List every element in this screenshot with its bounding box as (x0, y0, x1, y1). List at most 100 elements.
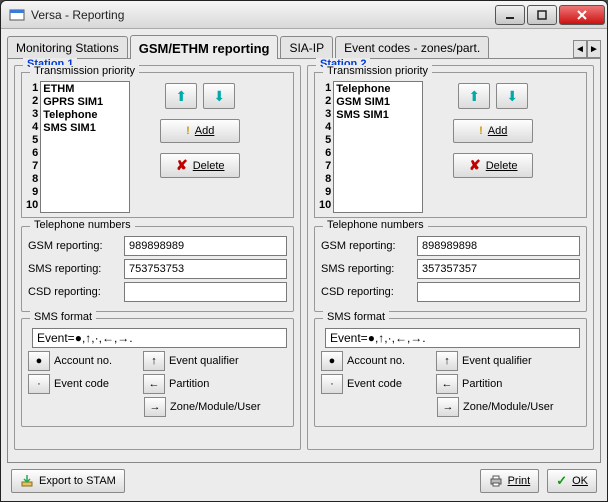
s2-smsf-input[interactable] (325, 328, 580, 348)
list-item[interactable]: GSM SIM1 (336, 96, 420, 109)
s2-csd-input[interactable] (417, 282, 580, 302)
list-item[interactable] (336, 187, 420, 200)
s1-account-btn[interactable]: ● (28, 351, 50, 371)
s1-phones-legend: Telephone numbers (30, 219, 135, 231)
list-item[interactable] (43, 161, 127, 174)
list-item[interactable] (336, 174, 420, 187)
s1-zmu-btn[interactable]: → (144, 397, 166, 417)
window-controls (495, 5, 605, 25)
s2-sms-input[interactable] (417, 259, 580, 279)
s2-gsm-label: GSM reporting: (321, 240, 411, 252)
s1-sms-format: SMS format ● Account no. ↑ Event qualifi… (21, 318, 294, 427)
list-item[interactable] (43, 174, 127, 187)
s2-move-down-button[interactable]: ⬇ (496, 83, 528, 109)
s2-zmu-label: Zone/Module/User (463, 401, 554, 413)
s1-gsm-input[interactable] (124, 236, 287, 256)
s2-delete-button[interactable]: ✘ Delete (453, 153, 533, 178)
s2-eventcode-btn[interactable]: · (321, 374, 343, 394)
s2-priority-list[interactable]: Telephone GSM SIM1 SMS SIM1 (333, 81, 423, 213)
tab-gsm-ethm-reporting[interactable]: GSM/ETHM reporting (130, 35, 279, 59)
s2-telephone-numbers: Telephone numbers GSM reporting: SMS rep… (314, 226, 587, 312)
exclaim-icon: ! (479, 125, 483, 137)
list-item[interactable] (336, 135, 420, 148)
app-window: Versa - Reporting Monitoring Stations GS… (0, 0, 608, 502)
s1-account-label: Account no. (54, 355, 139, 367)
s1-qualifier-btn[interactable]: ↑ (143, 351, 165, 371)
tab-scroll-left[interactable]: ◄ (573, 40, 587, 58)
s2-account-label: Account no. (347, 355, 432, 367)
s1-move-down-button[interactable]: ⬇ (203, 83, 235, 109)
list-item[interactable]: Telephone (336, 83, 420, 96)
s2-gsm-input[interactable] (417, 236, 580, 256)
print-button[interactable]: Print (480, 469, 540, 493)
s2-partition-btn[interactable]: ← (436, 374, 458, 394)
s1-smsf-legend: SMS format (30, 311, 96, 323)
s2-sms-label: SMS reporting: (321, 263, 411, 275)
dot-icon: ● (329, 355, 336, 367)
ok-button[interactable]: ✓ OK (547, 469, 597, 493)
s2-account-btn[interactable]: ● (321, 351, 343, 371)
list-item[interactable] (43, 148, 127, 161)
list-item[interactable]: SMS SIM1 (43, 122, 127, 135)
s1-csd-input[interactable] (124, 282, 287, 302)
list-item[interactable] (43, 200, 127, 213)
s2-move-up-button[interactable]: ⬆ (458, 83, 490, 109)
s1-eventcode-btn[interactable]: · (28, 374, 50, 394)
list-item[interactable]: Telephone (43, 109, 127, 122)
tab-sia-ip[interactable]: SIA-IP (280, 36, 333, 58)
tabstrip: Monitoring Stations GSM/ETHM reporting S… (7, 33, 601, 59)
list-item[interactable] (336, 122, 420, 135)
s1-tp-legend: Transmission priority (30, 65, 139, 77)
arrow-up-icon: ↑ (151, 355, 157, 367)
arrow-right-icon: → (443, 401, 454, 413)
s1-move-up-button[interactable]: ⬆ (165, 83, 197, 109)
list-item[interactable] (336, 161, 420, 174)
list-item[interactable] (336, 200, 420, 213)
tab-scroll: ◄ ► (573, 40, 601, 58)
list-item[interactable] (43, 187, 127, 200)
app-icon (9, 7, 25, 23)
s1-sms-input[interactable] (124, 259, 287, 279)
s1-sms-label: SMS reporting: (28, 263, 118, 275)
bottom-bar: Export to STAM Print ✓ OK (7, 463, 601, 495)
list-item[interactable] (43, 135, 127, 148)
close-button[interactable] (559, 5, 605, 25)
arrow-up-icon: ↑ (444, 355, 450, 367)
tab-event-codes[interactable]: Event codes - zones/part. (335, 36, 489, 58)
s2-sms-format: SMS format ● Account no. ↑ Event qualifi… (314, 318, 587, 427)
s1-list-area: 12345678910 ETHM GPRS SIM1 Telephone SMS… (26, 81, 130, 213)
s1-partition-btn[interactable]: ← (143, 374, 165, 394)
dot-icon: · (37, 378, 41, 390)
s2-smsf-legend: SMS format (323, 311, 389, 323)
s1-add-button[interactable]: ! Add (160, 119, 240, 143)
s1-button-column: ⬆ ⬇ ! Add ✘ Delete (140, 81, 260, 213)
s1-priority-list[interactable]: ETHM GPRS SIM1 Telephone SMS SIM1 (40, 81, 130, 213)
list-item[interactable]: ETHM (43, 83, 127, 96)
s1-csd-label: CSD reporting: (28, 286, 118, 298)
list-item[interactable] (336, 148, 420, 161)
list-item[interactable]: GPRS SIM1 (43, 96, 127, 109)
s1-row-numbers: 12345678910 (26, 81, 38, 213)
minimize-button[interactable] (495, 5, 525, 25)
s1-eventcode-label: Event code (54, 378, 139, 390)
s2-list-area: 12345678910 Telephone GSM SIM1 SMS SIM1 (319, 81, 423, 213)
arrow-right-icon: → (150, 401, 161, 413)
x-icon: ✘ (469, 157, 481, 174)
exclaim-icon: ! (186, 125, 190, 137)
station-1-group: Station 1 Transmission priority 12345678… (14, 65, 301, 450)
s1-delete-button[interactable]: ✘ Delete (160, 153, 240, 178)
s2-add-button[interactable]: ! Add (453, 119, 533, 143)
printer-icon (489, 474, 503, 488)
s2-zmu-btn[interactable]: → (437, 397, 459, 417)
s1-smsf-input[interactable] (32, 328, 287, 348)
list-item[interactable]: SMS SIM1 (336, 109, 420, 122)
arrow-down-icon: ⬇ (506, 88, 518, 105)
x-icon: ✘ (176, 157, 188, 174)
tab-monitoring-stations[interactable]: Monitoring Stations (7, 36, 128, 58)
s2-qualifier-btn[interactable]: ↑ (436, 351, 458, 371)
dot-icon: ● (36, 355, 43, 367)
export-icon (20, 474, 34, 488)
maximize-button[interactable] (527, 5, 557, 25)
export-to-stam-button[interactable]: Export to STAM (11, 469, 125, 493)
tab-scroll-right[interactable]: ► (587, 40, 601, 58)
